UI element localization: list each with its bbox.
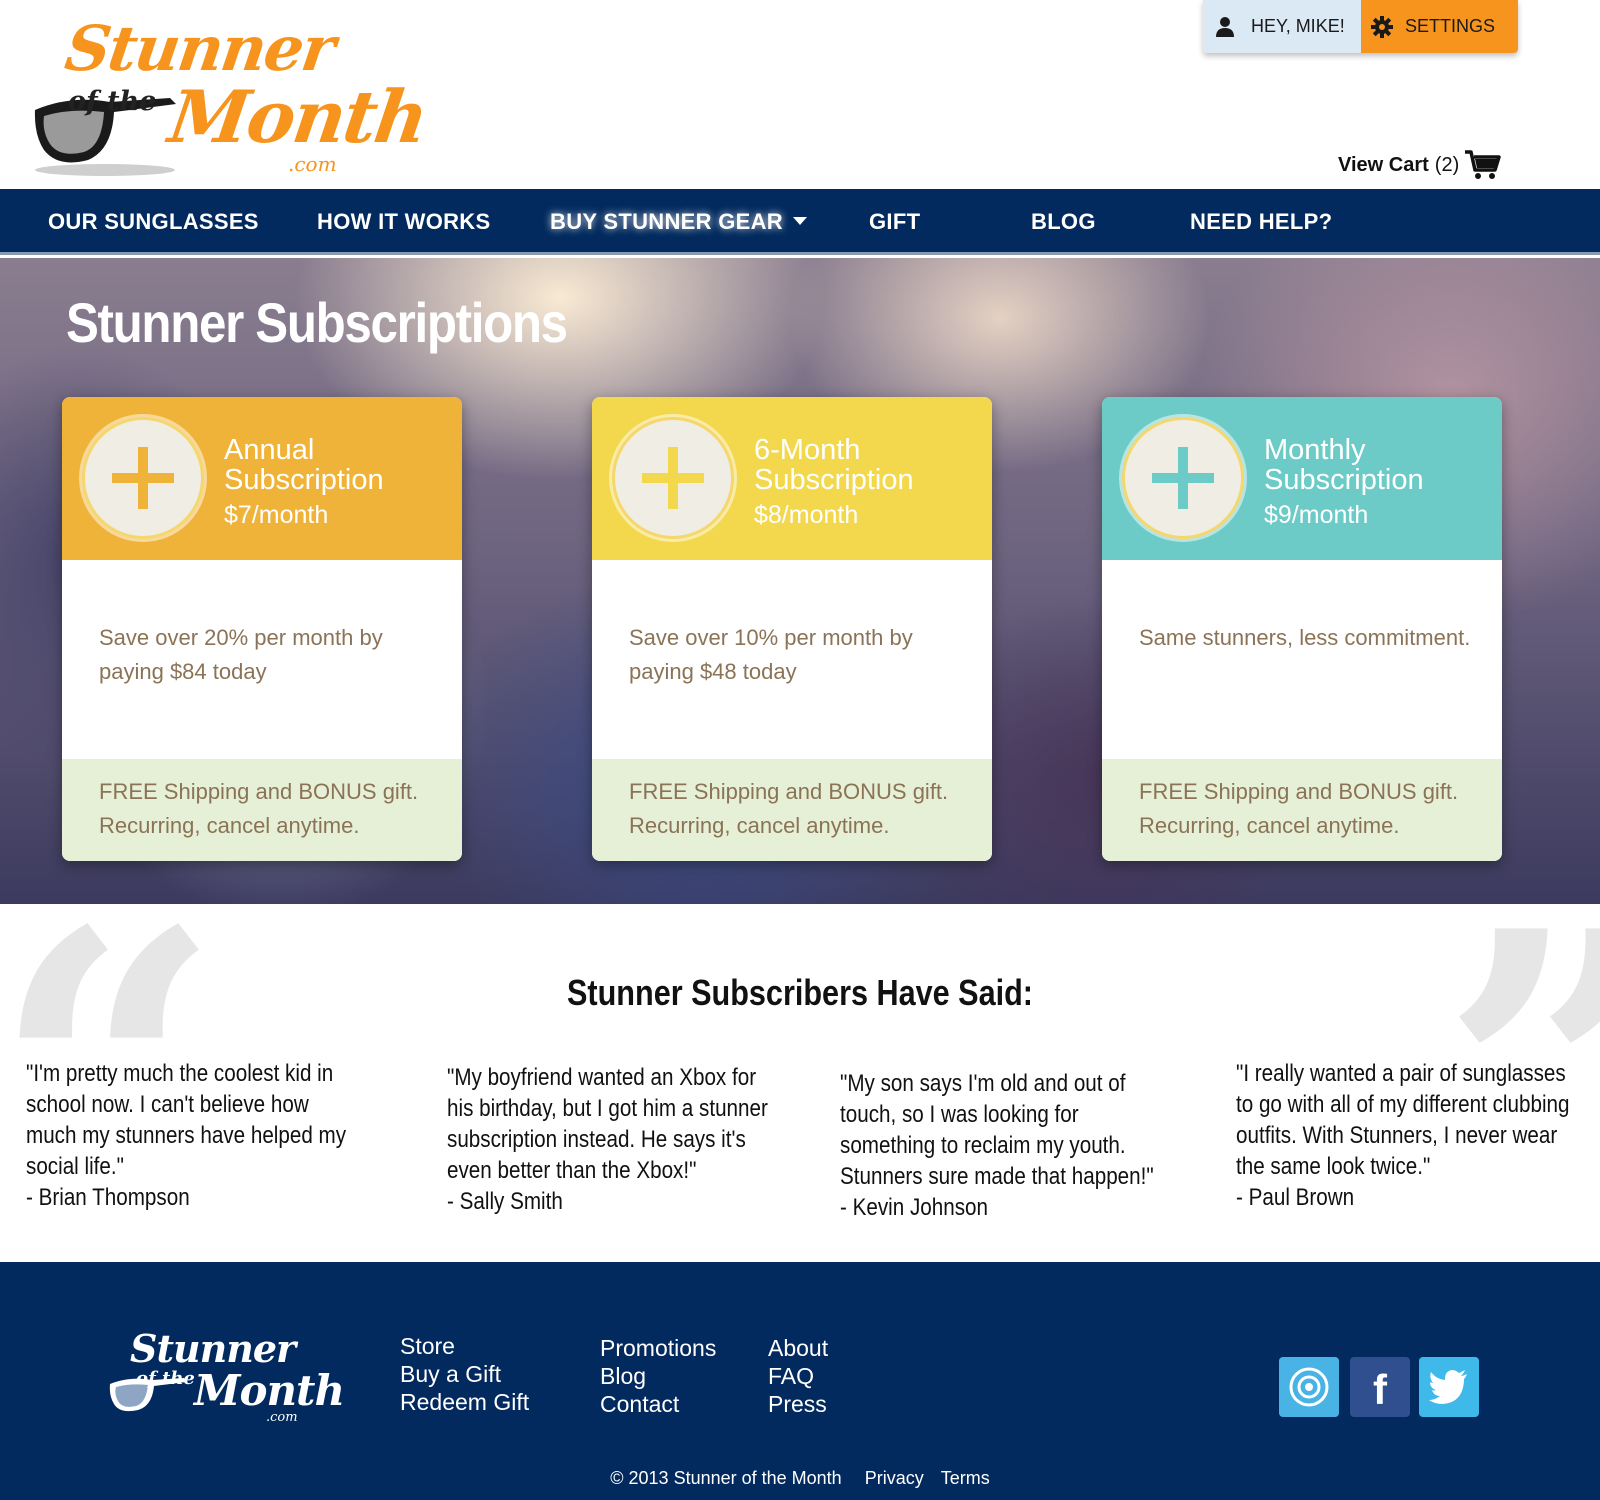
site-logo[interactable]: Stunner of the Month .com xyxy=(30,12,432,176)
plan-card-annual[interactable]: Annual Subscription $7/month Save over 2… xyxy=(62,397,462,861)
user-greeting-label: HEY, MIKE! xyxy=(1251,16,1345,36)
plan-name-line2: Subscription xyxy=(754,464,914,496)
user-bar: HEY, MIKE! SETTINGS xyxy=(1203,0,1518,53)
subscriptions-hero: Stunner Subscriptions Annual Subscriptio… xyxy=(0,258,1600,904)
plan-card-header: Annual Subscription $7/month xyxy=(62,397,462,560)
dribbble-glyph-icon xyxy=(1289,1367,1329,1407)
footer-link-promotions[interactable]: Promotions xyxy=(600,1334,716,1362)
main-nav: OUR SUNGLASSES HOW IT WORKS BUY STUNNER … xyxy=(0,189,1600,255)
testimonial-author: - Paul Brown xyxy=(1236,1184,1355,1211)
footer-logo-text-stunner: Stunner xyxy=(130,1326,296,1371)
dribbble-icon[interactable] xyxy=(1279,1357,1339,1417)
plan-price: $9/month xyxy=(1264,501,1369,529)
plan-footer-text: FREE Shipping and BONUS gift. Recurring,… xyxy=(99,779,419,838)
nav-need-help[interactable]: NEED HELP? xyxy=(1190,209,1332,235)
plan-description: Save over 10% per month by paying $48 to… xyxy=(629,625,913,684)
footer-logo-text-month: Month xyxy=(194,1366,345,1415)
footer-logo[interactable]: Stunner of the Month .com xyxy=(108,1326,345,1426)
nav-buy-stunner-gear-label: BUY STUNNER GEAR xyxy=(550,209,783,234)
nav-how-it-works[interactable]: HOW IT WORKS xyxy=(317,209,490,235)
plan-name-line1: Monthly xyxy=(1264,434,1366,466)
plan-name-line1: Annual xyxy=(224,434,315,466)
cart-label: View Cart xyxy=(1338,153,1429,176)
plan-name-line2: Subscription xyxy=(1264,464,1424,496)
nav-our-sunglasses[interactable]: OUR SUNGLASSES xyxy=(48,209,259,235)
plus-icon[interactable] xyxy=(1122,417,1244,539)
twitter-icon[interactable] xyxy=(1419,1357,1479,1417)
view-cart-link[interactable]: View Cart (2) xyxy=(1338,150,1501,180)
settings-label: SETTINGS xyxy=(1405,16,1496,36)
plan-name-line1: 6-Month xyxy=(754,434,861,466)
chevron-down-icon xyxy=(792,217,807,225)
copyright-bar: © 2013 Stunner of the Month Privacy Term… xyxy=(0,1468,1600,1489)
plan-name-line2: Subscription xyxy=(224,464,384,496)
footer-link-blog[interactable]: Blog xyxy=(600,1362,716,1390)
footer-link-about[interactable]: About xyxy=(768,1334,828,1362)
testimonial-quote: "My boyfriend wanted an Xbox for his bir… xyxy=(447,1064,768,1184)
nav-blog[interactable]: BLOG xyxy=(1031,209,1096,235)
testimonial-item: "My son says I'm old and out of touch, s… xyxy=(840,1068,1167,1223)
testimonial-author: - Brian Thompson xyxy=(26,1184,190,1211)
plan-description: Save over 20% per month by paying $84 to… xyxy=(99,625,383,684)
logo-text-month: Month xyxy=(164,74,432,159)
plan-card-header: Monthly Subscription $9/month xyxy=(1102,397,1502,560)
logo-text-of-the: of the xyxy=(68,86,157,117)
copyright-text: © 2013 Stunner of the Month xyxy=(610,1468,842,1488)
cart-count: (2) xyxy=(1434,153,1460,176)
footer-link-press[interactable]: Press xyxy=(768,1390,828,1418)
plan-card-header: 6-Month Subscription $8/month xyxy=(592,397,992,560)
testimonial-quote: "I really wanted a pair of sunglasses to… xyxy=(1236,1060,1570,1180)
testimonial-quote: "My son says I'm old and out of touch, s… xyxy=(840,1070,1154,1190)
testimonials-title: Stunner Subscribers Have Said: xyxy=(567,972,1033,1013)
footer-link-contact[interactable]: Contact xyxy=(600,1390,716,1418)
twitter-bird-icon xyxy=(1429,1370,1467,1404)
page-title: Stunner Subscriptions xyxy=(66,291,568,354)
plan-footer-text: FREE Shipping and BONUS gift. Recurring,… xyxy=(629,779,949,838)
plan-price: $8/month xyxy=(754,501,859,529)
testimonial-item: "I'm pretty much the coolest kid in scho… xyxy=(26,1058,353,1213)
terms-link[interactable]: Terms xyxy=(941,1468,990,1488)
privacy-link[interactable]: Privacy xyxy=(865,1468,924,1488)
plus-icon[interactable] xyxy=(612,417,734,539)
footer-links-company: Promotions Blog Contact xyxy=(600,1334,716,1418)
testimonial-item: "My boyfriend wanted an Xbox for his bir… xyxy=(447,1062,772,1217)
settings-button[interactable]: SETTINGS xyxy=(1361,0,1518,53)
footer-links-info: About FAQ Press xyxy=(768,1334,828,1418)
plan-footer: FREE Shipping and BONUS gift. Recurring,… xyxy=(592,759,992,861)
footer-links-store: Store Buy a Gift Redeem Gift xyxy=(400,1332,529,1416)
plan-price: $7/month xyxy=(224,501,329,529)
user-greeting-button[interactable]: HEY, MIKE! xyxy=(1203,0,1361,53)
gear-icon xyxy=(1371,15,1393,38)
footer-link-store[interactable]: Store xyxy=(400,1332,529,1360)
nav-gift[interactable]: GIFT xyxy=(869,209,920,235)
footer-logo-text-suffix: .com xyxy=(266,1410,298,1425)
site-header: Stunner of the Month .com HEY, MIKE! SET… xyxy=(0,0,1600,189)
testimonial-author: - Sally Smith xyxy=(447,1188,563,1215)
footer-logo-text-of-the: of the xyxy=(136,1368,195,1389)
plan-name: Annual Subscription xyxy=(224,435,384,495)
plan-card-6-month[interactable]: 6-Month Subscription $8/month Save over … xyxy=(592,397,992,861)
logo-text-suffix: .com xyxy=(288,152,337,176)
nav-buy-stunner-gear[interactable]: BUY STUNNER GEAR xyxy=(550,209,807,235)
plan-name: 6-Month Subscription xyxy=(754,435,914,495)
shopping-cart-icon xyxy=(1465,150,1501,179)
plan-description: Same stunners, less commitment. xyxy=(1139,625,1471,650)
footer-link-redeem-gift[interactable]: Redeem Gift xyxy=(400,1388,529,1416)
plan-card-monthly[interactable]: Monthly Subscription $9/month Same stunn… xyxy=(1102,397,1502,861)
facebook-glyph-icon: f xyxy=(1373,1366,1387,1413)
testimonial-item: "I really wanted a pair of sunglasses to… xyxy=(1236,1058,1580,1213)
testimonial-quote: "I'm pretty much the coolest kid in scho… xyxy=(26,1060,347,1180)
site-footer: Stunner of the Month .com Store Buy a Gi… xyxy=(0,1262,1600,1500)
user-icon xyxy=(1216,16,1234,37)
testimonial-author: - Kevin Johnson xyxy=(840,1194,989,1221)
plus-icon[interactable] xyxy=(82,417,204,539)
plan-footer-text: FREE Shipping and BONUS gift. Recurring,… xyxy=(1139,779,1459,838)
footer-link-buy-a-gift[interactable]: Buy a Gift xyxy=(400,1360,529,1388)
footer-link-faq[interactable]: FAQ xyxy=(768,1362,828,1390)
facebook-icon[interactable]: f xyxy=(1350,1357,1410,1417)
plan-name: Monthly Subscription xyxy=(1264,435,1424,495)
